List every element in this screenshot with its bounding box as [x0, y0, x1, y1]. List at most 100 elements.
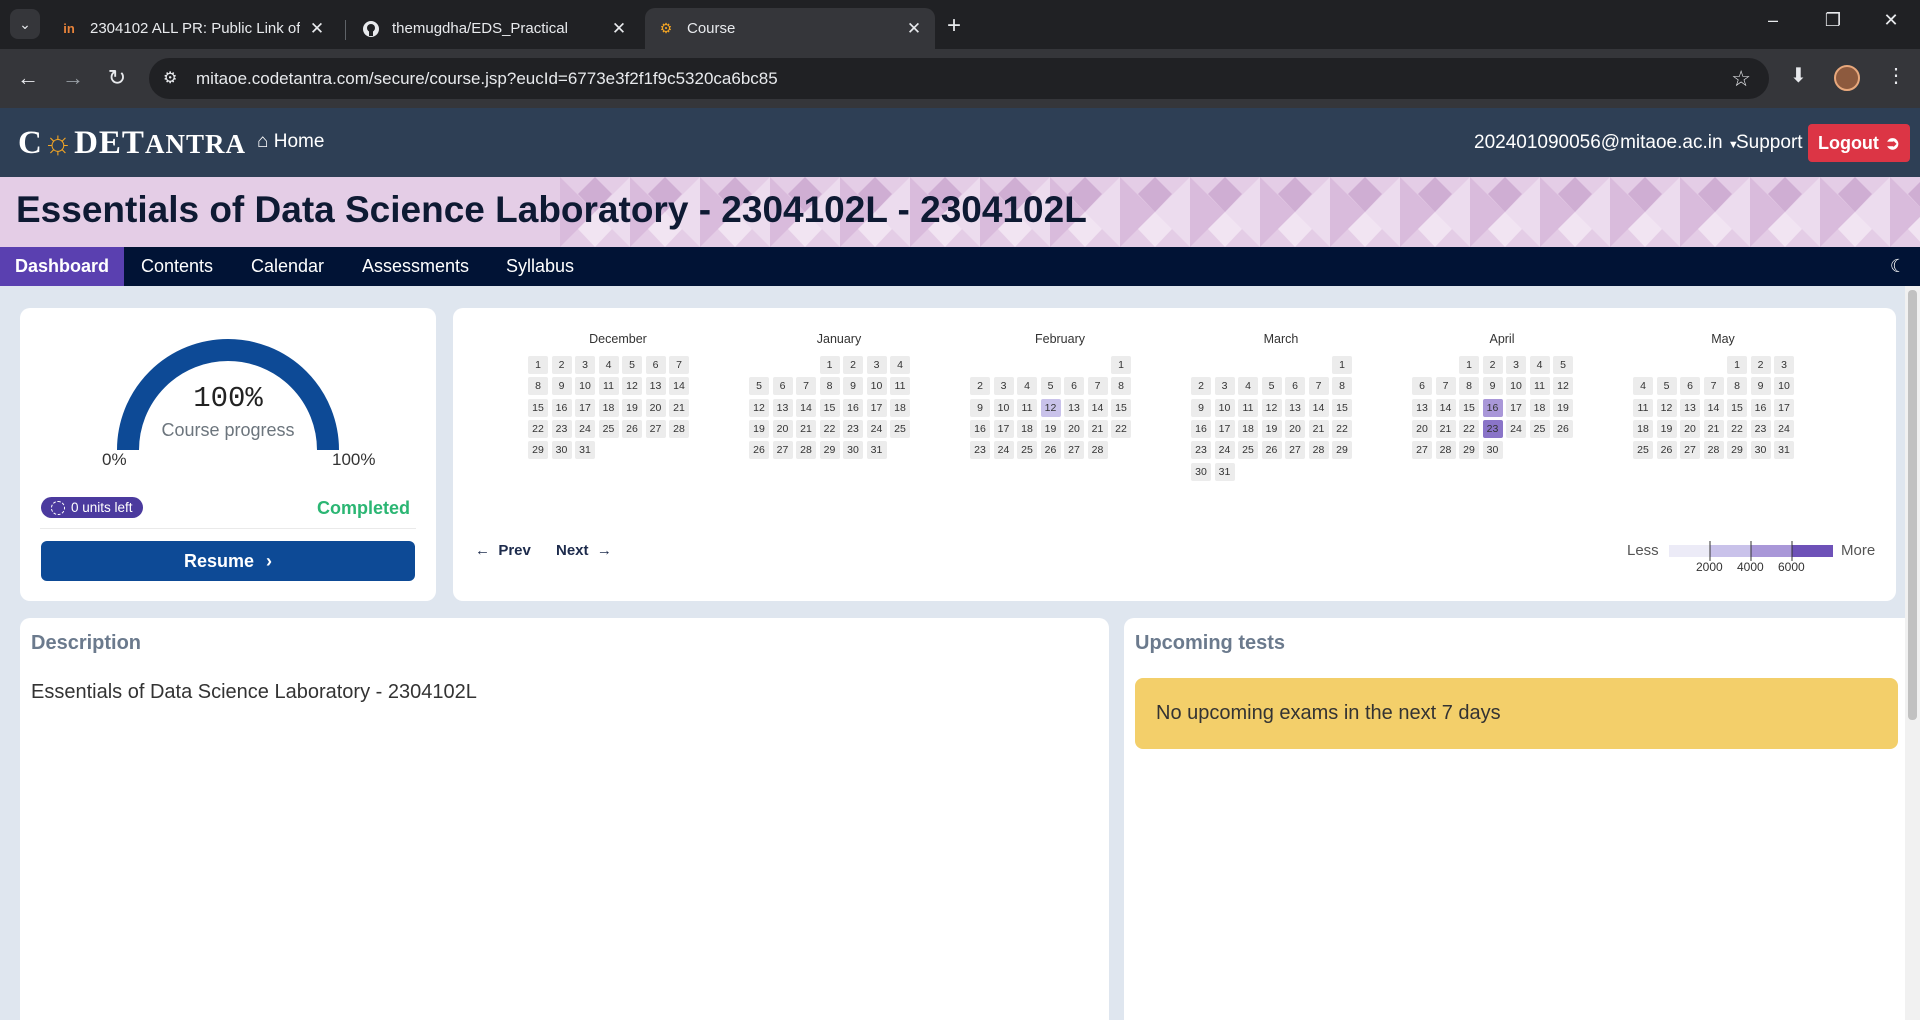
- calendar-day[interactable]: 16: [1482, 398, 1503, 417]
- calendar-day[interactable]: 11: [598, 377, 619, 396]
- calendar-day[interactable]: 10: [1506, 377, 1526, 396]
- calendar-day[interactable]: 21: [1308, 419, 1329, 438]
- calendar-day[interactable]: 28: [796, 441, 816, 460]
- calendar-day[interactable]: 27: [645, 419, 666, 438]
- calendar-day[interactable]: 8: [819, 377, 840, 396]
- tab-close-icon[interactable]: ✕: [308, 19, 326, 39]
- calendar-day[interactable]: 23: [551, 419, 572, 438]
- calendar-day[interactable]: 11: [890, 377, 910, 396]
- calendar-day[interactable]: 19: [749, 419, 769, 438]
- calendar-day[interactable]: 2: [843, 356, 863, 374]
- calendar-day[interactable]: 26: [749, 441, 769, 460]
- calendar-day[interactable]: 22: [1111, 419, 1131, 438]
- minimize-icon[interactable]: –: [1758, 10, 1788, 31]
- calendar-day[interactable]: 7: [1308, 377, 1329, 396]
- calendar-day[interactable]: 25: [1017, 441, 1037, 460]
- calendar-day[interactable]: 15: [528, 398, 548, 417]
- calendar-day[interactable]: 18: [1633, 419, 1653, 438]
- calendar-day[interactable]: 20: [1680, 419, 1700, 438]
- calendar-day[interactable]: 12: [1553, 377, 1573, 396]
- calendar-day[interactable]: 29: [1459, 441, 1479, 460]
- calendar-day[interactable]: 5: [1656, 377, 1677, 396]
- calendar-day[interactable]: 8: [1727, 377, 1747, 396]
- calendar-day[interactable]: 6: [1064, 377, 1084, 396]
- calendar-day[interactable]: 16: [843, 398, 863, 417]
- calendar-day[interactable]: 14: [1308, 398, 1329, 417]
- calendar-day[interactable]: 21: [1703, 419, 1724, 438]
- restore-icon[interactable]: ❐: [1818, 10, 1848, 31]
- calendar-day[interactable]: 29: [819, 441, 840, 460]
- calendar-day[interactable]: 25: [1238, 441, 1258, 460]
- calendar-day[interactable]: 8: [1459, 377, 1479, 396]
- calendar-day[interactable]: 21: [796, 419, 816, 438]
- calendar-day[interactable]: 13: [1285, 398, 1305, 417]
- calendar-day[interactable]: 31: [1774, 441, 1794, 460]
- calendar-day[interactable]: 6: [1680, 377, 1700, 396]
- calendar-day[interactable]: 27: [1285, 441, 1305, 460]
- calendar-day[interactable]: 23: [970, 441, 990, 460]
- browser-tab-1[interactable]: in 2304102 ALL PR: Public Link of ✕: [48, 8, 338, 49]
- tab-contents[interactable]: Contents: [141, 247, 213, 286]
- calendar-day[interactable]: 2: [1750, 356, 1771, 374]
- calendar-day[interactable]: 24: [993, 441, 1014, 460]
- calendar-day[interactable]: 17: [993, 419, 1014, 438]
- calendar-day[interactable]: 13: [1064, 398, 1084, 417]
- calendar-day[interactable]: 7: [1703, 377, 1724, 396]
- calendar-day[interactable]: 14: [1703, 398, 1724, 417]
- codetantra-logo[interactable]: C☼DETANTRA: [18, 125, 246, 162]
- resume-button[interactable]: Resume ›: [41, 541, 415, 581]
- calendar-day[interactable]: 21: [669, 398, 689, 417]
- calendar-day[interactable]: 15: [1332, 398, 1352, 417]
- calendar-day[interactable]: 7: [669, 356, 689, 374]
- calendar-day[interactable]: 10: [993, 398, 1014, 417]
- calendar-day[interactable]: 7: [1435, 377, 1456, 396]
- calendar-day[interactable]: 14: [669, 377, 689, 396]
- tab-close-icon[interactable]: ✕: [610, 19, 628, 39]
- tab-calendar[interactable]: Calendar: [251, 247, 324, 286]
- calendar-day[interactable]: 29: [528, 441, 548, 460]
- calendar-next-button[interactable]: Next →: [556, 542, 612, 559]
- calendar-day[interactable]: 9: [1482, 377, 1503, 396]
- calendar-day[interactable]: 11: [1017, 398, 1037, 417]
- calendar-day[interactable]: 5: [749, 377, 769, 396]
- calendar-day[interactable]: 9: [1750, 377, 1771, 396]
- calendar-day[interactable]: 19: [1656, 419, 1677, 438]
- calendar-day[interactable]: 8: [528, 377, 548, 396]
- calendar-day[interactable]: 10: [1214, 398, 1235, 417]
- calendar-day[interactable]: 30: [1191, 462, 1211, 481]
- calendar-day[interactable]: 27: [772, 441, 793, 460]
- calendar-day[interactable]: 28: [669, 419, 689, 438]
- logout-button[interactable]: Logout ➲: [1808, 124, 1910, 162]
- browser-tab-2[interactable]: themugdha/EDS_Practical ✕: [350, 8, 640, 49]
- calendar-day[interactable]: 25: [598, 419, 619, 438]
- calendar-day[interactable]: 19: [1040, 419, 1061, 438]
- calendar-day[interactable]: 30: [1750, 441, 1771, 460]
- calendar-day[interactable]: 24: [1214, 441, 1235, 460]
- calendar-day[interactable]: 22: [1727, 419, 1747, 438]
- calendar-day[interactable]: 17: [1214, 419, 1235, 438]
- calendar-day[interactable]: 26: [1553, 419, 1573, 438]
- calendar-day[interactable]: 5: [1261, 377, 1282, 396]
- calendar-day[interactable]: 12: [1040, 398, 1061, 417]
- calendar-day[interactable]: 1: [819, 356, 840, 374]
- calendar-day[interactable]: 30: [551, 441, 572, 460]
- address-bar[interactable]: ⚙ mitaoe.codetantra.com/secure/course.js…: [149, 58, 1769, 99]
- calendar-day[interactable]: 6: [1412, 377, 1432, 396]
- calendar-day[interactable]: 22: [819, 419, 840, 438]
- calendar-day[interactable]: 21: [1087, 419, 1108, 438]
- url-text[interactable]: mitaoe.codetantra.com/secure/course.jsp?…: [196, 69, 778, 89]
- calendar-prev-button[interactable]: ← Prev: [475, 542, 531, 559]
- calendar-day[interactable]: 30: [843, 441, 863, 460]
- calendar-day[interactable]: 27: [1680, 441, 1700, 460]
- calendar-day[interactable]: 31: [575, 441, 595, 460]
- calendar-day[interactable]: 19: [1261, 419, 1282, 438]
- calendar-day[interactable]: 23: [1191, 441, 1211, 460]
- user-dropdown[interactable]: 202401090056@mitaoe.ac.in ▼: [1474, 132, 1739, 154]
- calendar-day[interactable]: 22: [1459, 419, 1479, 438]
- calendar-day[interactable]: 23: [1482, 419, 1503, 438]
- calendar-day[interactable]: 28: [1703, 441, 1724, 460]
- calendar-day[interactable]: 17: [866, 398, 887, 417]
- calendar-day[interactable]: 2: [1482, 356, 1503, 374]
- calendar-day[interactable]: 9: [551, 377, 572, 396]
- calendar-day[interactable]: 20: [772, 419, 793, 438]
